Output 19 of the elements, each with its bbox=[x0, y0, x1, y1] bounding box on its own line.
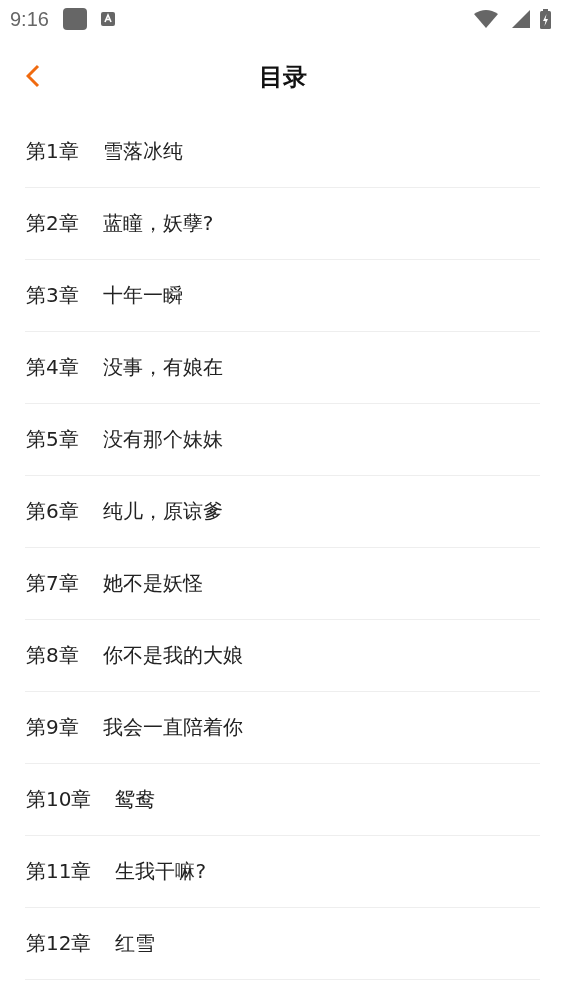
chapter-item[interactable]: 第7章 她不是妖怪 bbox=[25, 548, 540, 620]
page-title: 目录 bbox=[258, 62, 307, 93]
chapter-item[interactable]: 第1章 雪落冰纯 bbox=[25, 116, 540, 188]
chapter-item[interactable]: 第8章 你不是我的大娘 bbox=[25, 620, 540, 692]
status-time: 9:16 bbox=[10, 7, 49, 31]
chapter-item[interactable]: 第2章 蓝瞳，妖孽? bbox=[25, 188, 540, 260]
chapter-item[interactable]: 第10章 鸳鸯 bbox=[25, 764, 540, 836]
chapter-item[interactable]: 第5章 没有那个妹妹 bbox=[25, 404, 540, 476]
chapter-item[interactable]: 第12章 红雪 bbox=[25, 908, 540, 980]
signal-icon bbox=[512, 10, 530, 28]
wifi-icon bbox=[474, 10, 498, 28]
notification-icon bbox=[62, 8, 87, 30]
chapter-item[interactable]: 第4章 没事，有娘在 bbox=[25, 332, 540, 404]
chapter-item[interactable]: 第11章 生我干嘛? bbox=[25, 836, 540, 908]
battery-icon bbox=[540, 9, 551, 29]
chapter-item[interactable]: 第9章 我会一直陪着你 bbox=[25, 692, 540, 764]
chapter-item[interactable]: 第6章 纯儿，原谅爹 bbox=[25, 476, 540, 548]
keyboard-icon bbox=[100, 12, 115, 26]
chapter-item[interactable]: 第3章 十年一瞬 bbox=[25, 260, 540, 332]
